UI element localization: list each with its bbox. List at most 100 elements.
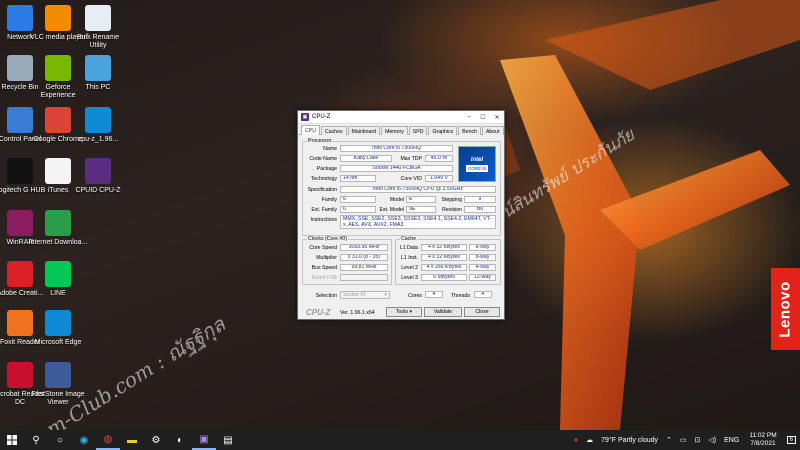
- tab-about[interactable]: About: [481, 126, 504, 135]
- desktop-icon-label: Microsoft Edge: [34, 339, 82, 346]
- window-titlebar[interactable]: ▣ CPU-Z – ☐ ✕: [298, 111, 504, 124]
- specification-value: Intel Core i5-7300HQ CPU @ 2.50GHz: [340, 186, 496, 193]
- notification-center-icon[interactable]: 6: [786, 436, 796, 444]
- maxtdp-label: Max TDP: [400, 156, 422, 162]
- validate-button[interactable]: Validate: [424, 307, 462, 317]
- notification-app-icon[interactable]: ●: [574, 437, 578, 444]
- app-taskbar-icon[interactable]: ▤: [216, 430, 240, 450]
- battery-icon[interactable]: ▭: [680, 436, 687, 444]
- settings-gear-icon[interactable]: ⚙: [144, 430, 168, 450]
- cache-l2-label: Level 2: [401, 265, 418, 271]
- model-label: Model: [389, 197, 404, 203]
- core-i5-logo-text: CORE i5: [466, 164, 488, 172]
- multiplier-value: x 31.0 (8 - 35): [340, 254, 388, 261]
- cpuz-taskbar-icon[interactable]: ▣: [192, 430, 216, 450]
- taskbar: ⚲ ○ ◉ ◍ ▬ ⚙ ◐ ▣ ▤ ● ☁ 79°F Partly cloudy…: [0, 430, 800, 450]
- desktop-icon-label: Bulk Rename Utility: [76, 34, 120, 49]
- tab-memory[interactable]: Memory: [381, 126, 408, 135]
- desktop-icon[interactable]: This PC: [68, 55, 128, 92]
- weather-icon: ☁: [586, 437, 594, 444]
- desktop-icon-label: FastStone Image Viewer: [31, 391, 85, 406]
- chevron-up-icon[interactable]: ⌃: [666, 436, 672, 444]
- name-label: Name: [323, 146, 337, 152]
- chevron-down-icon: ▾: [384, 292, 387, 298]
- tools-button[interactable]: Tools ▾: [386, 307, 422, 317]
- tab-bench[interactable]: Bench: [458, 126, 481, 135]
- maxtdp-value: 45.0 W: [425, 155, 453, 162]
- edge-taskbar-icon[interactable]: ◉: [72, 430, 96, 450]
- version-text: Ver. 1.96.1.x64: [340, 310, 375, 316]
- selection-dropdown[interactable]: Socket #1 ▾: [340, 291, 390, 299]
- cpuz-bottom-bar: CPU-Z Ver. 1.96.1.x64 Tools ▾ Validate C…: [298, 305, 504, 319]
- tab-cpu[interactable]: CPU: [301, 125, 320, 135]
- cpuz-window[interactable]: ▣ CPU-Z – ☐ ✕ CPU Caches Mainboard Memor…: [297, 110, 505, 320]
- desktop-icon[interactable]: FastStone Image Viewer: [28, 362, 88, 407]
- search-icon[interactable]: ⚲: [24, 430, 48, 450]
- desktop-icon[interactable]: cpu-z_1.96...: [68, 107, 128, 144]
- desktop-icon-label: cpu-z_1.96...: [77, 136, 119, 143]
- desktop-icon[interactable]: CPUID CPU-Z: [68, 158, 128, 195]
- desktop-icon-label: This PC: [85, 84, 111, 91]
- desktop-icon[interactable]: LINE: [28, 261, 88, 298]
- ratedfsb-value: [340, 274, 388, 281]
- instructions-label: Instructions: [310, 217, 337, 223]
- cores-value: 4: [425, 291, 443, 298]
- corespeed-label: Core Speed: [309, 245, 337, 251]
- extfamily-label: Ext. Family: [311, 207, 337, 213]
- specification-label: Specification: [307, 187, 337, 193]
- tab-graphics[interactable]: Graphics: [428, 126, 458, 135]
- name-value: Intel Core i5 7300HQ: [340, 145, 453, 152]
- cache-l2-way: 4-way: [469, 264, 496, 271]
- corespeed-value: 3093.96 MHz: [340, 244, 388, 251]
- line-icon: [45, 261, 71, 287]
- desktop-icon[interactable]: Microsoft Edge: [28, 310, 88, 347]
- codename-value: Kaby Lake: [340, 155, 392, 162]
- cache-l1i-size: 4 x 32 KBytes: [421, 254, 467, 261]
- stepping-value: 9: [464, 196, 496, 203]
- tab-spd[interactable]: SPD: [408, 126, 428, 135]
- system-tray: ● ☁ 79°F Partly cloudy ⌃ ▭ ⊡ ◁) ENG 11:0…: [570, 430, 800, 450]
- desktop-icon-label: Internet Downloa...: [28, 239, 88, 246]
- close-button[interactable]: Close: [464, 307, 500, 317]
- desktop-icon-label: LINE: [50, 290, 66, 297]
- minimize-button[interactable]: –: [462, 114, 476, 120]
- edge-icon: [45, 310, 71, 336]
- chrome-taskbar-icon[interactable]: ◍: [96, 430, 120, 450]
- maximize-button[interactable]: ☐: [476, 114, 490, 121]
- revision-value: B0: [464, 206, 496, 213]
- threads-label: Threads: [450, 293, 470, 299]
- bulk-rename-icon: [85, 5, 111, 31]
- lenovo-logo-text: Lenovo: [777, 280, 794, 338]
- cpuz-icon: [85, 158, 111, 184]
- cache-group-label: Cache: [400, 236, 417, 242]
- lenovo-logo: Lenovo: [771, 268, 800, 350]
- clock-time: 11:02 PM: [749, 432, 777, 439]
- cache-l2-size: 4 x 256 KBytes: [421, 264, 467, 271]
- network-icon[interactable]: ⊡: [695, 436, 701, 444]
- tab-caches[interactable]: Caches: [320, 126, 347, 135]
- intel-core-i5-logo: intel CORE i5: [458, 146, 496, 182]
- desktop-icon[interactable]: Internet Downloa...: [28, 210, 88, 247]
- tab-mainboard[interactable]: Mainboard: [347, 126, 381, 135]
- cache-l1i-label: L1 Inst.: [400, 255, 418, 261]
- media-player-icon[interactable]: ◐: [168, 430, 192, 450]
- idm-icon: [45, 210, 71, 236]
- clock[interactable]: 11:02 PM 7/8/2021: [749, 432, 776, 448]
- selection-value: Socket #1: [343, 292, 367, 298]
- file-explorer-icon[interactable]: ▬: [120, 430, 144, 450]
- clocks-group-label: Clocks (Core #0): [307, 236, 348, 242]
- edge-icon: [85, 107, 111, 133]
- start-button[interactable]: [0, 430, 24, 450]
- family-label: Family: [321, 197, 337, 203]
- windows-icon: [7, 435, 17, 445]
- language-indicator[interactable]: ENG: [724, 437, 739, 444]
- package-value: Socket 1440 FCBGA: [340, 165, 453, 172]
- desktop-icon[interactable]: Bulk Rename Utility: [68, 5, 128, 50]
- volume-icon[interactable]: ◁): [708, 436, 716, 444]
- multiplier-label: Multiplier: [316, 255, 337, 261]
- cache-l1d-way: 8-way: [469, 244, 496, 251]
- intel-logo-text: intel: [470, 156, 484, 163]
- close-window-button[interactable]: ✕: [490, 114, 504, 121]
- cortana-icon[interactable]: ○: [48, 430, 72, 450]
- weather-text[interactable]: 79°F Partly cloudy: [601, 437, 658, 444]
